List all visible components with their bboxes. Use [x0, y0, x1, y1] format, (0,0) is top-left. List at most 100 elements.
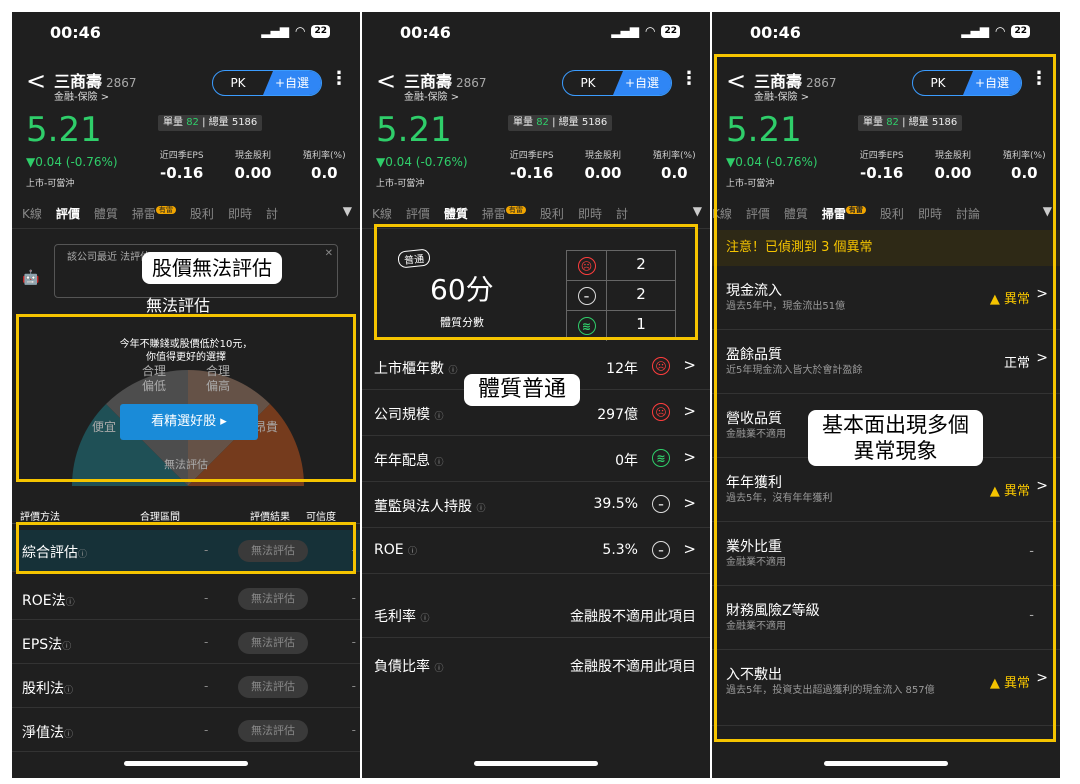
table-row[interactable]: 淨值法ⓘ - 無法評估 - [12, 710, 360, 752]
valuation-na-title: 無法評估 [146, 296, 211, 315]
stock-category[interactable]: 金融-保險 > [404, 88, 459, 103]
stock-header: < 三商壽 2867 金融-保險 > PK +自選 ⋮ [362, 66, 710, 106]
home-indicator[interactable] [124, 761, 248, 766]
metric-yield: 殖利率(%) 0.0 [303, 151, 346, 182]
neutral-face-icon: – [652, 541, 670, 559]
tab-expand-icon[interactable]: ▼ [693, 204, 702, 218]
chevron-right-icon[interactable]: > [683, 356, 696, 374]
happy-face-icon: ≋ [652, 449, 670, 467]
close-icon[interactable]: ✕ [325, 247, 333, 261]
add-watchlist-button[interactable]: +自選 [613, 71, 671, 95]
volume-badge: 單量 82 | 總量 5186 [158, 115, 263, 131]
phone-risk: 00:46 ▂▄▆ ◠ 22 < 三商壽 2867 金融-保險 > PK +自選 ⋮ … [712, 12, 1060, 778]
add-watchlist-button[interactable]: +自選 [263, 71, 321, 95]
tab-realtime[interactable]: 即時 [228, 205, 252, 222]
list-item[interactable]: ROE ⓘ 5.3% – > [362, 528, 710, 574]
table-row[interactable]: ROE法ⓘ - 無法評估 - [12, 578, 360, 620]
back-icon[interactable]: < [26, 66, 46, 96]
chevron-right-icon[interactable]: > [683, 540, 696, 558]
list-item[interactable]: 年年配息 ⓘ 0年 ≋ > [362, 436, 710, 482]
tab-kline[interactable]: K線 [22, 205, 42, 222]
wifi-icon: ◠ [294, 24, 306, 38]
back-icon[interactable]: < [376, 66, 396, 96]
price-change: ▼0.04 (-0.76%) [376, 155, 468, 169]
status-bar: 00:46 ▂▄▆ ◠ 22 [12, 12, 360, 52]
status-icons: ▂▄▆ ◠ 22 [261, 24, 330, 38]
market-label: 上市-可當沖 [26, 179, 75, 189]
signal-icon: ▂▄▆ [961, 24, 989, 38]
tab-expand-icon[interactable]: ▼ [343, 204, 352, 218]
tab-discuss[interactable]: 討 [266, 205, 278, 222]
info-icon[interactable]: ⓘ [408, 547, 417, 557]
phone-valuation: 00:46 ▂▄▆ ◠ 22 < 三商壽 2867 金融-保險 > PK +自選 ⋮ … [12, 12, 360, 778]
tab-valuation[interactable]: 評價 [406, 205, 430, 222]
metric-dividend: 現金股利 0.00 [584, 151, 622, 182]
volume-badge: 單量 82 | 總量 5186 [508, 115, 613, 131]
battery-icon: 22 [661, 24, 680, 38]
tab-discuss[interactable]: 討 [616, 205, 628, 222]
info-icon[interactable]: ⓘ [64, 730, 73, 740]
home-indicator[interactable] [474, 761, 598, 766]
stock-header: < 三商壽 2867 金融-保險 > PK +自選 ⋮ [12, 66, 360, 106]
chevron-right-icon[interactable]: > [683, 494, 696, 512]
chevron-right-icon[interactable]: > [683, 448, 696, 466]
more-icon[interactable]: ⋮ [680, 68, 698, 89]
metric-eps: 近四季EPS -0.16 [509, 151, 554, 182]
robot-icon: 🤖 [22, 270, 40, 286]
tab-kline[interactable]: K線 [372, 205, 392, 222]
metrics: 近四季EPS -0.16 現金股利 0.00 殖利率(%) 0.0 [496, 148, 710, 182]
list-item[interactable]: 負債比率 ⓘ 金融股不適用此項目 [362, 642, 710, 688]
list-item[interactable]: 董監與法人持股 ⓘ 39.5% – > [362, 482, 710, 528]
tab-badge: 有雷 [155, 205, 176, 214]
tab-dividend[interactable]: 股利 [190, 205, 214, 222]
signal-icon: ▂▄▆ [611, 24, 639, 38]
info-icon[interactable]: ⓘ [64, 686, 73, 696]
pk-button[interactable]: PK [213, 71, 263, 95]
tab-valuation[interactable]: 評價 [56, 205, 80, 222]
status-time: 00:46 [750, 23, 801, 42]
info-icon[interactable]: ⓘ [420, 614, 429, 624]
list-item[interactable]: 毛利率 ⓘ 金融股不適用此項目 [362, 592, 710, 638]
tab-realtime[interactable]: 即時 [578, 205, 602, 222]
phone-quality: 00:46 ▂▄▆ ◠ 22 < 三商壽 2867 金融-保險 > PK +自選 ⋮ … [362, 12, 710, 778]
status-icons: ▂▄▆ ◠ 22 [961, 24, 1030, 38]
chevron-right-icon[interactable]: > [683, 402, 696, 420]
highlight-gauge [16, 314, 356, 482]
tab-dividend[interactable]: 股利 [540, 205, 564, 222]
home-indicator[interactable] [824, 761, 948, 766]
pk-button[interactable]: PK [563, 71, 613, 95]
info-icon[interactable]: ⓘ [448, 366, 457, 376]
info-icon[interactable]: ⓘ [66, 598, 75, 608]
status-icons: ▂▄▆ ◠ 22 [611, 24, 680, 38]
wifi-icon: ◠ [994, 24, 1006, 38]
callout-quality-normal: 體質普通 [464, 374, 581, 406]
metrics: 近四季EPS -0.16 現金股利 0.00 殖利率(%) 0.0 [146, 148, 360, 182]
tab-risk[interactable]: 掃雷 有雷 [132, 205, 176, 222]
tab-risk[interactable]: 掃雷 有雷 [482, 205, 526, 222]
status-bar: 00:46 ▂▄▆ ◠ 22 [362, 12, 710, 52]
metric-yield: 殖利率(%) 0.0 [653, 151, 696, 182]
battery-icon: 22 [311, 24, 330, 38]
status-bar: 00:46 ▂▄▆ ◠ 22 [712, 12, 1060, 52]
table-row[interactable]: EPS法ⓘ - 無法評估 - [12, 622, 360, 664]
callout-price-na: 股價無法評估 [142, 252, 282, 284]
wifi-icon: ◠ [644, 24, 656, 38]
info-icon[interactable]: ⓘ [476, 504, 485, 514]
stock-category[interactable]: 金融-保險 > [54, 88, 109, 103]
divider [12, 228, 360, 229]
stock-code: 2867 [106, 76, 137, 90]
tab-quality[interactable]: 體質 [444, 205, 468, 222]
tab-quality[interactable]: 體質 [94, 205, 118, 222]
stock-code: 2867 [456, 76, 487, 90]
tab-badge: 有雷 [505, 205, 526, 214]
info-icon[interactable]: ⓘ [62, 642, 71, 652]
info-icon[interactable]: ⓘ [434, 412, 443, 422]
price-change: ▼0.04 (-0.76%) [26, 155, 118, 169]
stock-price: 5.21 [376, 110, 452, 150]
info-icon[interactable]: ⓘ [434, 458, 443, 468]
tab-bar: K線 評價 體質 掃雷 有雷 股利 即時 討 [12, 198, 360, 228]
pk-add-group: PK +自選 [562, 70, 672, 96]
table-row[interactable]: 股利法ⓘ - 無法評估 - [12, 666, 360, 708]
more-icon[interactable]: ⋮ [330, 68, 348, 89]
info-icon[interactable]: ⓘ [434, 664, 443, 674]
